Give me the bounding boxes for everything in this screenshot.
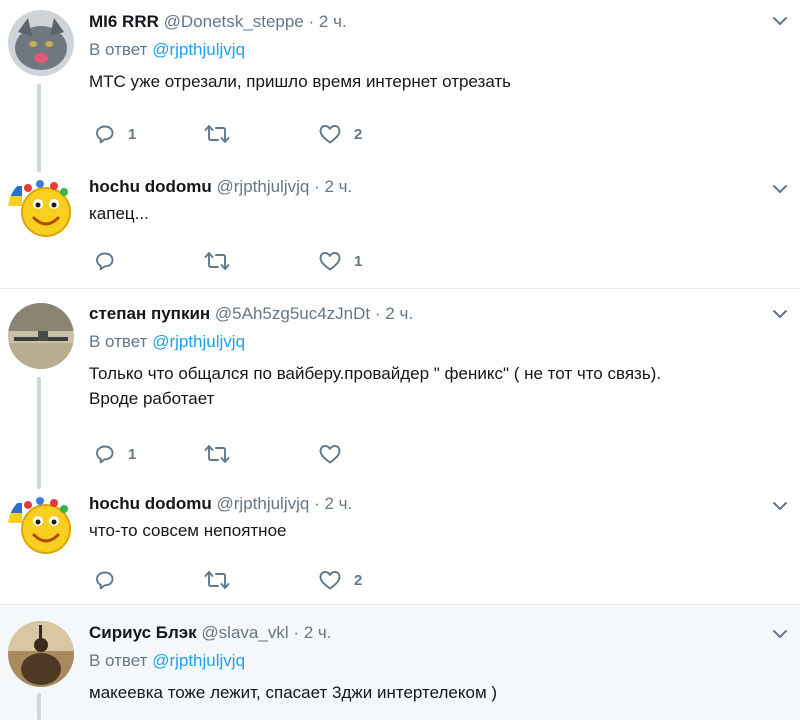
like-button[interactable]: 1 bbox=[318, 248, 362, 274]
tweet-content: hochu dodomu @rjpthjuljvjq · 2 ч. капец.… bbox=[89, 176, 760, 226]
avatar[interactable] bbox=[8, 303, 74, 369]
reply-to-line: В ответ @rjpthjuljvjq bbox=[89, 650, 760, 672]
thread-line bbox=[37, 84, 41, 172]
avatar[interactable] bbox=[8, 176, 74, 242]
retweet-button[interactable] bbox=[204, 121, 242, 147]
tweet-text: макеевка тоже лежит, спасает 3джи интерт… bbox=[89, 683, 498, 702]
chevron-down-icon[interactable] bbox=[772, 184, 788, 194]
author-handle[interactable]: @Donetsk_steppe bbox=[164, 12, 304, 31]
tweet-text: капец... bbox=[89, 204, 149, 223]
tweet-header: степан пупкин @5Ah5zg5uc4zJnDt · 2 ч. bbox=[89, 303, 760, 325]
retweet-icon bbox=[204, 571, 230, 589]
reply-to-mention[interactable]: @rjpthjuljvjq bbox=[152, 40, 245, 59]
tweet-content: Сириус Блэк @slava_vkl · 2 ч. В ответ @r… bbox=[89, 622, 760, 705]
tweet[interactable]: степан пупкин @5Ah5zg5uc4zJnDt · 2 ч. В … bbox=[0, 289, 800, 489]
reply-icon bbox=[96, 125, 114, 144]
separator-dot: · bbox=[314, 177, 320, 196]
tweet[interactable]: hochu dodomu @rjpthjuljvjq · 2 ч. что-то… bbox=[0, 489, 800, 603]
thread-line bbox=[37, 377, 41, 489]
like-icon bbox=[319, 445, 341, 464]
tweet-time[interactable]: 2 ч. bbox=[304, 623, 332, 642]
thread-line bbox=[37, 693, 41, 720]
separator-dot: · bbox=[374, 304, 381, 323]
tweet-time[interactable]: 2 ч. bbox=[385, 304, 413, 323]
reply-icon bbox=[96, 252, 114, 271]
reply-icon bbox=[96, 571, 114, 590]
reply-to-mention[interactable]: @rjpthjuljvjq bbox=[152, 651, 245, 670]
tweet[interactable]: Сириус Блэк @slava_vkl · 2 ч. В ответ @r… bbox=[0, 605, 800, 720]
tweet-content: hochu dodomu @rjpthjuljvjq · 2 ч. что-то… bbox=[89, 493, 760, 543]
tweet-content: MI6 RRR @Donetsk_steppe · 2 ч. В ответ @… bbox=[89, 11, 760, 94]
tweet-time[interactable]: 2 ч. bbox=[319, 12, 347, 31]
tweet-content: степан пупкин @5Ah5zg5uc4zJnDt · 2 ч. В … bbox=[89, 303, 760, 411]
tweet-header: MI6 RRR @Donetsk_steppe · 2 ч. bbox=[89, 11, 760, 33]
tweet-time[interactable]: 2 ч. bbox=[325, 494, 353, 513]
reply-to-mention[interactable]: @rjpthjuljvjq bbox=[152, 332, 245, 351]
like-icon bbox=[319, 252, 341, 271]
like-count: 2 bbox=[354, 571, 363, 589]
avatar[interactable] bbox=[8, 10, 74, 76]
reply-to-label: В ответ bbox=[89, 651, 148, 670]
reply-icon bbox=[96, 445, 114, 464]
author-name[interactable]: Сириус Блэк bbox=[89, 623, 197, 642]
reply-count: 1 bbox=[128, 125, 137, 143]
separator-dot: · bbox=[308, 12, 315, 31]
avatar[interactable] bbox=[8, 493, 74, 559]
author-handle[interactable]: @slava_vkl bbox=[201, 623, 288, 642]
tweet-header: hochu dodomu @rjpthjuljvjq · 2 ч. bbox=[89, 176, 760, 198]
tweet-time[interactable]: 2 ч. bbox=[325, 177, 353, 196]
chevron-down-icon[interactable] bbox=[772, 501, 788, 511]
tweet-header: hochu dodomu @rjpthjuljvjq · 2 ч. bbox=[89, 493, 760, 515]
like-button[interactable] bbox=[318, 441, 354, 467]
tweet-text: Только что общался по вайберу.провайдер … bbox=[89, 364, 662, 408]
author-name[interactable]: hochu dodomu bbox=[89, 177, 212, 196]
reply-button[interactable]: 1 bbox=[94, 121, 136, 147]
reply-to-line: В ответ @rjpthjuljvjq bbox=[89, 331, 760, 353]
reply-to-line: В ответ @rjpthjuljvjq bbox=[89, 39, 760, 61]
separator-dot: · bbox=[293, 623, 300, 642]
reply-to-label: В ответ bbox=[89, 40, 148, 59]
tweet-text: что-то совсем непоятное bbox=[89, 521, 287, 540]
avatar[interactable] bbox=[8, 621, 74, 687]
retweet-icon bbox=[204, 445, 230, 463]
author-handle[interactable]: @rjpthjuljvjq bbox=[217, 177, 310, 196]
chevron-down-icon[interactable] bbox=[772, 629, 788, 639]
reply-button[interactable]: 1 bbox=[94, 441, 136, 467]
retweet-icon bbox=[204, 252, 230, 270]
author-handle[interactable]: @rjpthjuljvjq bbox=[217, 494, 310, 513]
tweet[interactable]: hochu dodomu @rjpthjuljvjq · 2 ч. капец.… bbox=[0, 172, 800, 286]
author-name[interactable]: MI6 RRR bbox=[89, 12, 159, 31]
tweet[interactable]: MI6 RRR @Donetsk_steppe · 2 ч. В ответ @… bbox=[0, 0, 800, 172]
separator-dot: · bbox=[314, 494, 320, 513]
chevron-down-icon[interactable] bbox=[772, 309, 788, 319]
author-handle[interactable]: @5Ah5zg5uc4zJnDt bbox=[215, 304, 370, 323]
like-button[interactable]: 2 bbox=[318, 121, 362, 147]
retweet-button[interactable] bbox=[204, 567, 242, 593]
author-name[interactable]: степан пупкин bbox=[89, 304, 210, 323]
reply-button[interactable] bbox=[94, 567, 128, 593]
reply-count: 1 bbox=[128, 445, 137, 463]
author-name[interactable]: hochu dodomu bbox=[89, 494, 212, 513]
reply-to-label: В ответ bbox=[89, 332, 148, 351]
retweet-button[interactable] bbox=[204, 441, 242, 467]
reply-button[interactable] bbox=[94, 248, 128, 274]
like-icon bbox=[319, 125, 341, 144]
chevron-down-icon[interactable] bbox=[772, 16, 788, 26]
tweet-header: Сириус Блэк @slava_vkl · 2 ч. bbox=[89, 622, 760, 644]
retweet-button[interactable] bbox=[204, 248, 242, 274]
retweet-icon bbox=[204, 125, 230, 143]
like-icon bbox=[319, 571, 341, 590]
like-count: 1 bbox=[354, 252, 363, 270]
like-button[interactable]: 2 bbox=[318, 567, 362, 593]
tweet-text: МТС уже отрезали, пришло время интернет … bbox=[89, 72, 512, 91]
like-count: 2 bbox=[354, 125, 363, 143]
